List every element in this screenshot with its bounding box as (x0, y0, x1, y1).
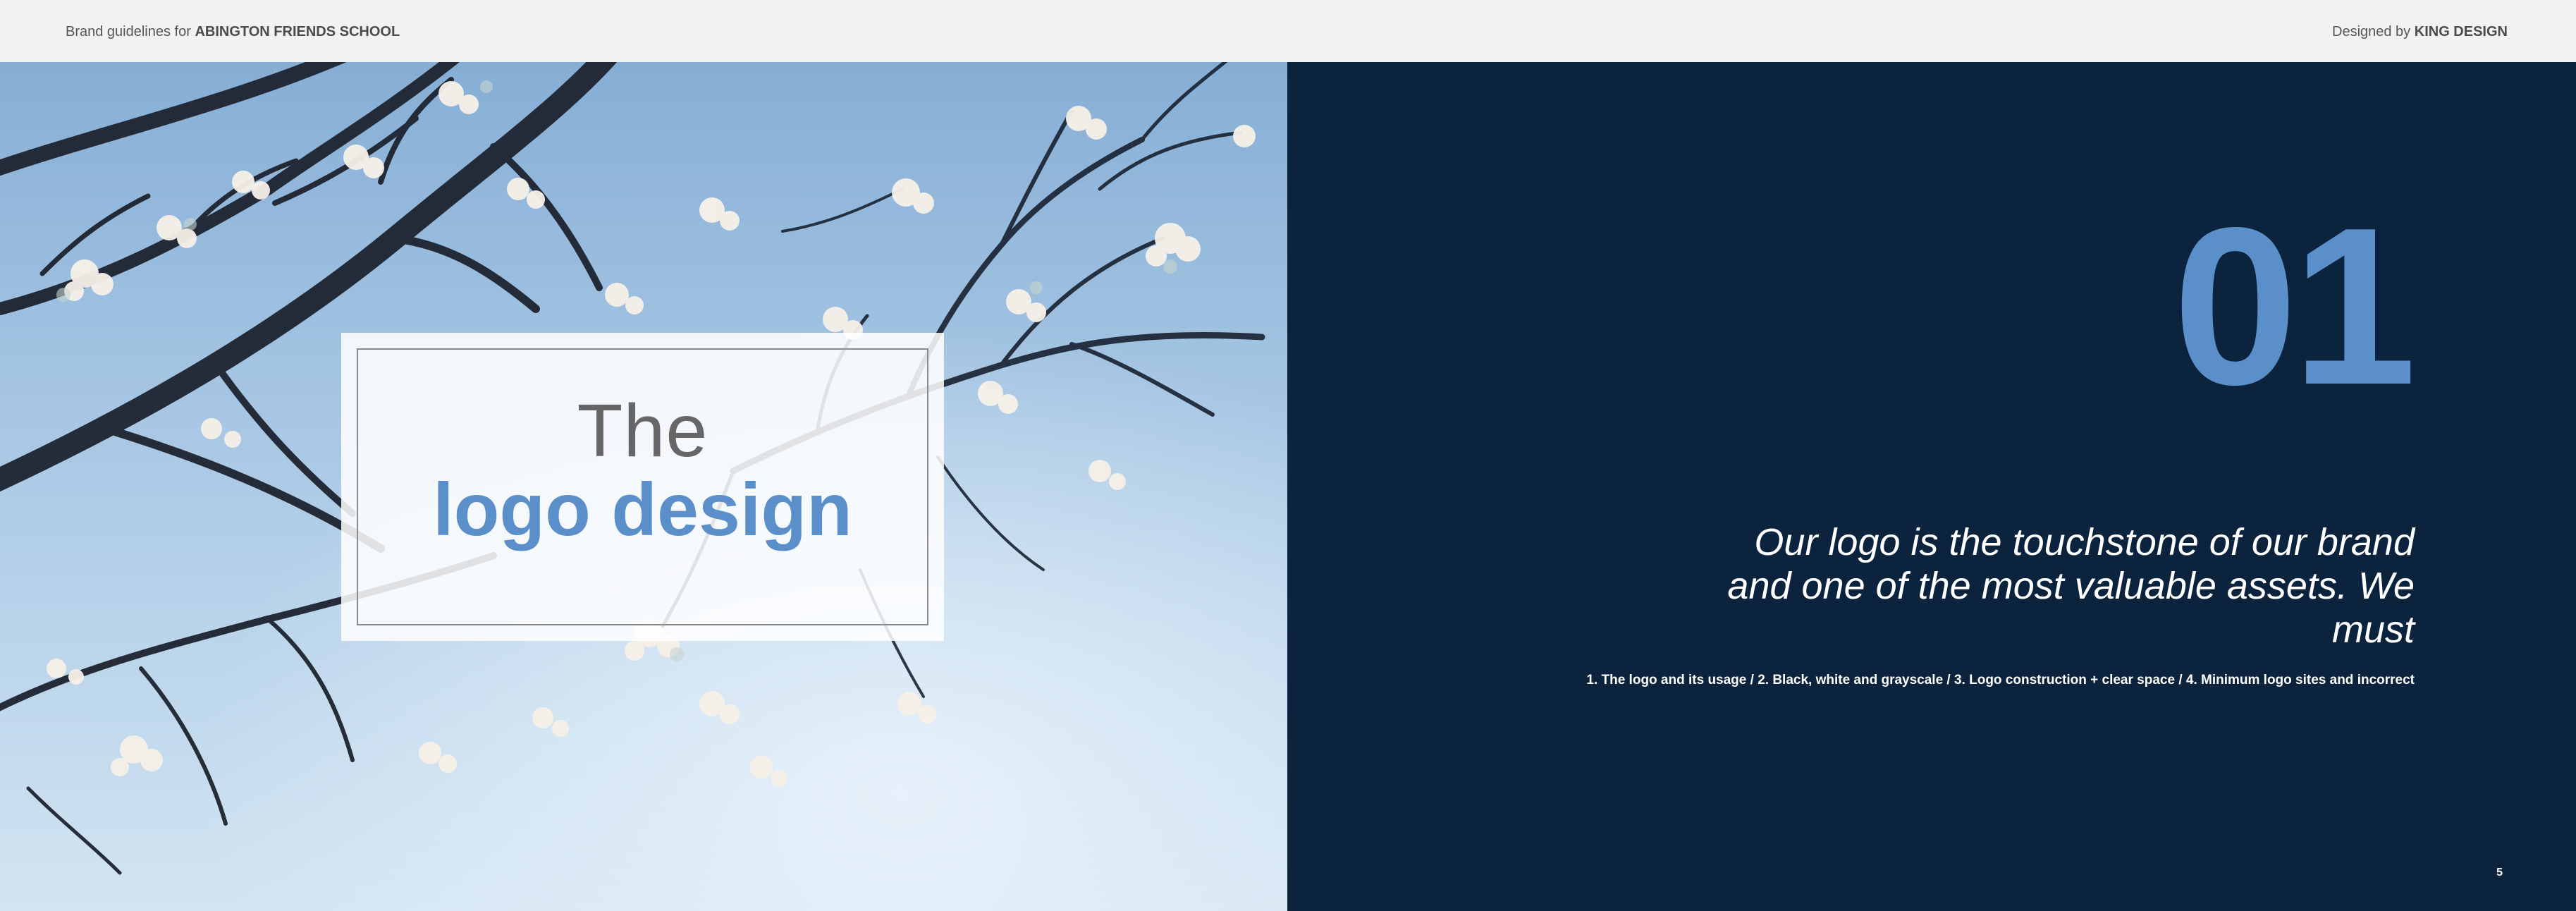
brand-guidelines-label: Brand guidelines for ABINGTON FRIENDS SC… (66, 24, 400, 40)
left-page: The logo design 4 (0, 62, 1287, 911)
section-title-card: The logo design (341, 333, 944, 641)
section-number: 01 (2173, 181, 2417, 432)
brand-guidelines-prefix: Brand guidelines for (66, 24, 191, 39)
lead-paragraph: Our logo is the touchstone of our brand … (1727, 521, 2415, 651)
page-number-right: 5 (2496, 867, 2503, 879)
title-line-logo-design: logo design (433, 468, 852, 551)
top-header: Brand guidelines for ABINGTON FRIENDS SC… (0, 0, 2576, 62)
designer-prefix: Designed by (2332, 24, 2411, 39)
designer-name: KING DESIGN (2414, 24, 2508, 39)
title-line-the: The (577, 389, 709, 472)
school-name: ABINGTON FRIENDS SCHOOL (195, 24, 400, 39)
chapter-list: 1. The logo and its usage / 2. Black, wh… (1586, 673, 2415, 687)
designer-label: Designed by KING DESIGN (2332, 24, 2508, 40)
right-page: 01 Our logo is the touchstone of our bra… (1287, 62, 2576, 911)
